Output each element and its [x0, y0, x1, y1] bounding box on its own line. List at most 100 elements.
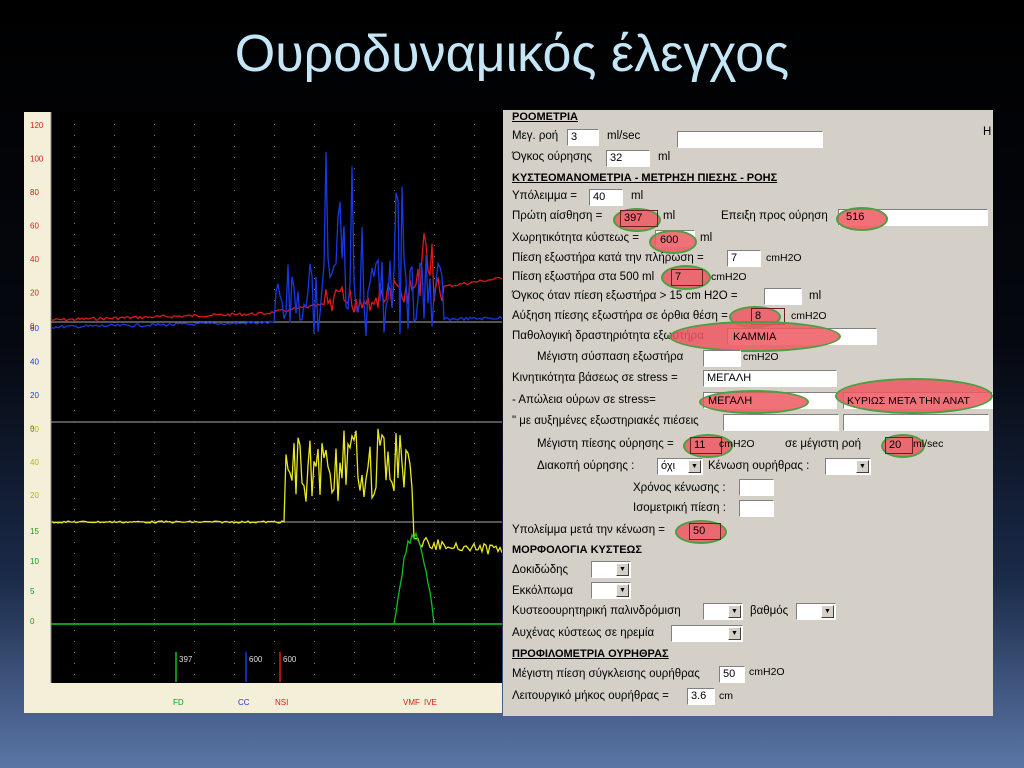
- residual-unit: ml: [631, 190, 644, 202]
- isometric-field[interactable]: [739, 500, 774, 517]
- grid-dot: [194, 267, 195, 268]
- max-closure-field[interactable]: 50: [719, 666, 745, 683]
- neck-select[interactable]: ▼: [671, 625, 743, 642]
- grid-dot: [154, 344, 155, 345]
- grid-dot: [434, 476, 435, 477]
- grid-dot: [394, 366, 395, 367]
- timeline-label: FD: [173, 698, 184, 707]
- grade-select[interactable]: ▼: [796, 603, 836, 620]
- grid-dot: [234, 487, 235, 488]
- grid-dot: [234, 421, 235, 422]
- grid-dot: [394, 289, 395, 290]
- grid-dot: [154, 619, 155, 620]
- residual-field[interactable]: 40: [589, 189, 623, 206]
- grid-dot: [234, 674, 235, 675]
- at-max-flow-field[interactable]: 20: [885, 437, 913, 454]
- grid-dot: [154, 476, 155, 477]
- grid-dot: [434, 443, 435, 444]
- base-mobility-field[interactable]: ΜΕΓΑΛΗ: [703, 370, 837, 387]
- first-sensation-field[interactable]: 397: [620, 210, 658, 227]
- grid-dot: [234, 586, 235, 587]
- grid-dot: [434, 586, 435, 587]
- grid-dot: [114, 311, 115, 312]
- grid-dot: [154, 223, 155, 224]
- urine-loss-value: ΜΕΓΑΛΗ: [708, 395, 753, 407]
- grid-dot: [114, 520, 115, 521]
- grid-dot: [234, 311, 235, 312]
- grid-dot: [474, 135, 475, 136]
- chevron-down-icon[interactable]: ▼: [821, 605, 834, 618]
- increased-pressure-field-1[interactable]: [723, 414, 839, 431]
- grid-dot: [114, 421, 115, 422]
- grid-dot: [74, 454, 75, 455]
- grid-dot: [314, 399, 315, 400]
- chevron-down-icon[interactable]: ▼: [616, 584, 629, 597]
- capacity-value: 600: [660, 234, 679, 246]
- grid-dot: [474, 619, 475, 620]
- grid-dot: [314, 179, 315, 180]
- volume-field[interactable]: 32: [606, 150, 650, 167]
- chevron-down-icon[interactable]: ▼: [728, 605, 741, 618]
- grid-dot: [434, 597, 435, 598]
- isometric-label: Ισομετρική πίεση :: [633, 502, 726, 514]
- grid-dot: [74, 322, 75, 323]
- filling-pressure-field[interactable]: 7: [727, 250, 761, 267]
- grid-dot: [194, 124, 195, 125]
- grid-dot: [474, 509, 475, 510]
- grid-dot: [194, 454, 195, 455]
- pressure-500-field[interactable]: 7: [671, 269, 703, 286]
- roometria-note-field[interactable]: [677, 131, 823, 148]
- grid-dot: [394, 608, 395, 609]
- max-voiding-pressure-field[interactable]: 11: [690, 437, 722, 454]
- emptying-time-field[interactable]: [739, 479, 774, 496]
- grid-dot: [434, 575, 435, 576]
- grid-dot: [354, 432, 355, 433]
- grid-dot: [114, 135, 115, 136]
- interruption-select[interactable]: όχι ▼: [657, 458, 703, 475]
- grid-dot: [274, 597, 275, 598]
- increased-pressure-field-2[interactable]: [843, 414, 989, 431]
- chevron-down-icon[interactable]: ▼: [688, 460, 701, 473]
- grid-dot: [274, 212, 275, 213]
- grid-dot: [114, 300, 115, 301]
- grid-dot: [274, 344, 275, 345]
- grid-dot: [474, 498, 475, 499]
- grid-dot: [234, 410, 235, 411]
- green-scale-tick-label: 15: [30, 527, 39, 536]
- diverticulum-select[interactable]: ▼: [591, 582, 631, 599]
- chevron-down-icon[interactable]: ▼: [616, 563, 629, 576]
- grid-dot: [114, 190, 115, 191]
- grid-dot: [314, 146, 315, 147]
- pressure-500-unit: cmH2O: [711, 271, 747, 283]
- grid-dot: [474, 564, 475, 565]
- max-flow-field[interactable]: 3: [567, 129, 599, 146]
- grid-dot: [114, 179, 115, 180]
- reflux-select[interactable]: ▼: [703, 603, 743, 620]
- urethra-emptying-select[interactable]: ▼: [825, 458, 871, 475]
- diverticulum-label: Εκκόλπωμα: [512, 585, 573, 597]
- grid-dot: [74, 135, 75, 136]
- green-scale-tick-label: 5: [30, 587, 35, 596]
- grid-dot: [434, 157, 435, 158]
- post-void-residual-field[interactable]: 50: [689, 523, 721, 540]
- functional-length-field[interactable]: 3.6: [687, 688, 715, 705]
- grid-dot: [394, 641, 395, 642]
- grid-dot: [354, 190, 355, 191]
- grid-dot: [274, 399, 275, 400]
- trabeculation-select[interactable]: ▼: [591, 561, 631, 578]
- chevron-down-icon[interactable]: ▼: [856, 460, 869, 473]
- grid-dot: [434, 630, 435, 631]
- max-voiding-pressure-unit: cmH2O: [719, 438, 755, 450]
- grid-dot: [154, 322, 155, 323]
- grid-dot: [274, 476, 275, 477]
- grid-dot: [394, 311, 395, 312]
- grid-dot: [434, 652, 435, 653]
- grid-dot: [434, 377, 435, 378]
- chevron-down-icon[interactable]: ▼: [728, 627, 741, 640]
- blue-scale-tick-label: 60: [30, 324, 39, 333]
- grid-dot: [154, 399, 155, 400]
- grid-dot: [394, 575, 395, 576]
- grid-dot: [234, 553, 235, 554]
- volume-15-field[interactable]: [764, 288, 802, 305]
- max-contraction-field[interactable]: [703, 350, 741, 367]
